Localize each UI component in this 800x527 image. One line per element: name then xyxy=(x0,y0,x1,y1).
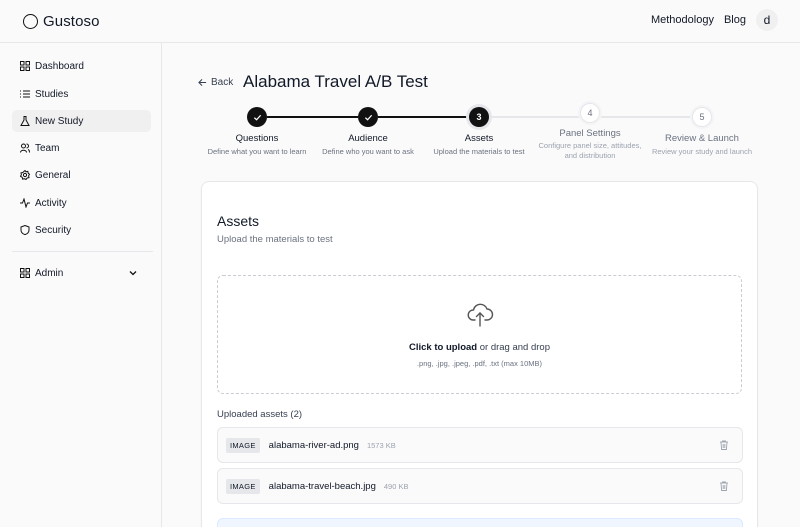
brand[interactable]: Gustoso xyxy=(23,13,100,30)
brand-logo-icon xyxy=(23,13,38,29)
drag-drop-text: or drag and drop xyxy=(477,342,550,353)
step-3-desc: Upload the materials to test xyxy=(433,147,525,156)
upload-dropzone[interactable]: Click to upload or drag and drop .png, .… xyxy=(217,275,742,394)
back-button[interactable]: Back xyxy=(198,77,233,88)
asset-row: IMAGE alabama-travel-beach.jpg 490 KB xyxy=(217,468,743,504)
step-4-number[interactable]: 4 xyxy=(580,103,600,123)
back-label: Back xyxy=(211,77,234,88)
sidebar-divider xyxy=(12,251,153,252)
sidebar-item-label: Dashboard xyxy=(35,60,84,72)
step-1-title: Questions xyxy=(235,133,279,144)
sidebar-item-general[interactable]: General xyxy=(12,164,151,186)
dashboard-icon xyxy=(20,61,30,71)
arrow-left-icon xyxy=(198,78,207,87)
sidebar: Dashboard Studies New Study Team General… xyxy=(0,43,162,527)
step-4-desc-line2: and distribution xyxy=(564,151,616,160)
sidebar-item-label: New Study xyxy=(35,115,84,127)
sidebar-item-new-study[interactable]: New Study xyxy=(12,110,151,132)
sidebar-item-team[interactable]: Team xyxy=(12,137,151,159)
sidebar-item-label: Team xyxy=(35,142,60,154)
step-connector xyxy=(601,116,692,118)
brand-name: Gustoso xyxy=(43,12,100,30)
asset-name[interactable]: alabama-travel-beach.jpg xyxy=(269,481,376,492)
step-5-number[interactable]: 5 xyxy=(692,107,712,127)
sidebar-item-label: Security xyxy=(35,224,72,236)
step-2-desc: Define who you want to ask xyxy=(322,147,414,156)
uploaded-assets-label: Uploaded assets (2) xyxy=(217,409,303,420)
asset-size: 1573 KB xyxy=(366,440,396,450)
blog-link[interactable]: Blog xyxy=(724,14,746,26)
gear-icon xyxy=(20,170,30,180)
sidebar-item-studies[interactable]: Studies xyxy=(12,83,151,105)
step-4-desc-line1: Configure panel size, attitudes, xyxy=(538,141,642,150)
sidebar-item-activity[interactable]: Activity xyxy=(12,192,151,214)
sidebar-item-label: General xyxy=(35,169,71,181)
sidebar-item-security[interactable]: Security xyxy=(12,219,151,241)
top-nav: Methodology Blog d xyxy=(651,9,778,31)
upload-instructions: Click to upload or drag and drop xyxy=(218,342,741,353)
step-3-number[interactable]: 3 xyxy=(469,107,489,127)
cloud-upload-icon xyxy=(467,303,494,327)
card-subtitle: Upload the materials to test xyxy=(217,234,333,245)
step-5-title: Review & Launch xyxy=(665,133,739,144)
step-2-title: Audience xyxy=(348,133,388,144)
step-3-title: Assets xyxy=(464,133,494,144)
asset-type-badge: IMAGE xyxy=(226,478,260,494)
step-1-desc: Define what you want to learn xyxy=(207,147,307,156)
step-connector xyxy=(378,116,469,118)
flask-icon xyxy=(20,116,30,126)
sidebar-item-admin[interactable]: Admin xyxy=(12,262,151,284)
sidebar-item-label: Activity xyxy=(35,197,67,209)
chevron-down-icon[interactable] xyxy=(128,268,138,278)
step-2-check-icon[interactable] xyxy=(358,107,378,127)
shield-icon xyxy=(20,225,30,235)
sidebar-item-label: Admin xyxy=(35,267,64,279)
methodology-link[interactable]: Methodology xyxy=(651,14,714,26)
step-4-title: Panel Settings xyxy=(559,128,621,139)
users-icon xyxy=(20,143,30,153)
asset-type-badge: IMAGE xyxy=(226,437,260,453)
step-1-check-icon[interactable] xyxy=(247,107,267,127)
sidebar-item-dashboard[interactable]: Dashboard xyxy=(12,55,151,77)
asset-row: IMAGE alabama-river-ad.png 1573 KB xyxy=(217,427,743,463)
asset-size: 490 KB xyxy=(383,481,409,491)
step-connector xyxy=(267,116,358,118)
sidebar-item-label: Studies xyxy=(35,88,69,100)
trash-icon[interactable] xyxy=(719,440,729,450)
list-icon xyxy=(20,90,30,98)
info-banner xyxy=(217,518,743,527)
trash-icon[interactable] xyxy=(719,481,729,491)
page-title: Alabama Travel A/B Test xyxy=(243,72,428,91)
dashboard-icon xyxy=(20,268,30,278)
asset-name[interactable]: alabama-river-ad.png xyxy=(269,440,359,451)
avatar[interactable]: d xyxy=(756,9,778,31)
top-bar: Gustoso Methodology Blog d xyxy=(0,0,800,43)
activity-icon xyxy=(20,198,30,208)
step-5-desc: Review your study and launch xyxy=(651,147,753,156)
assets-card: Assets Upload the materials to test Clic… xyxy=(201,181,758,527)
card-title: Assets xyxy=(217,213,260,229)
step-connector xyxy=(490,116,580,118)
file-type-hint: .png, .jpg, .jpeg, .pdf, .txt (max 10MB) xyxy=(416,359,543,368)
click-to-upload-link[interactable]: Click to upload xyxy=(409,342,477,353)
